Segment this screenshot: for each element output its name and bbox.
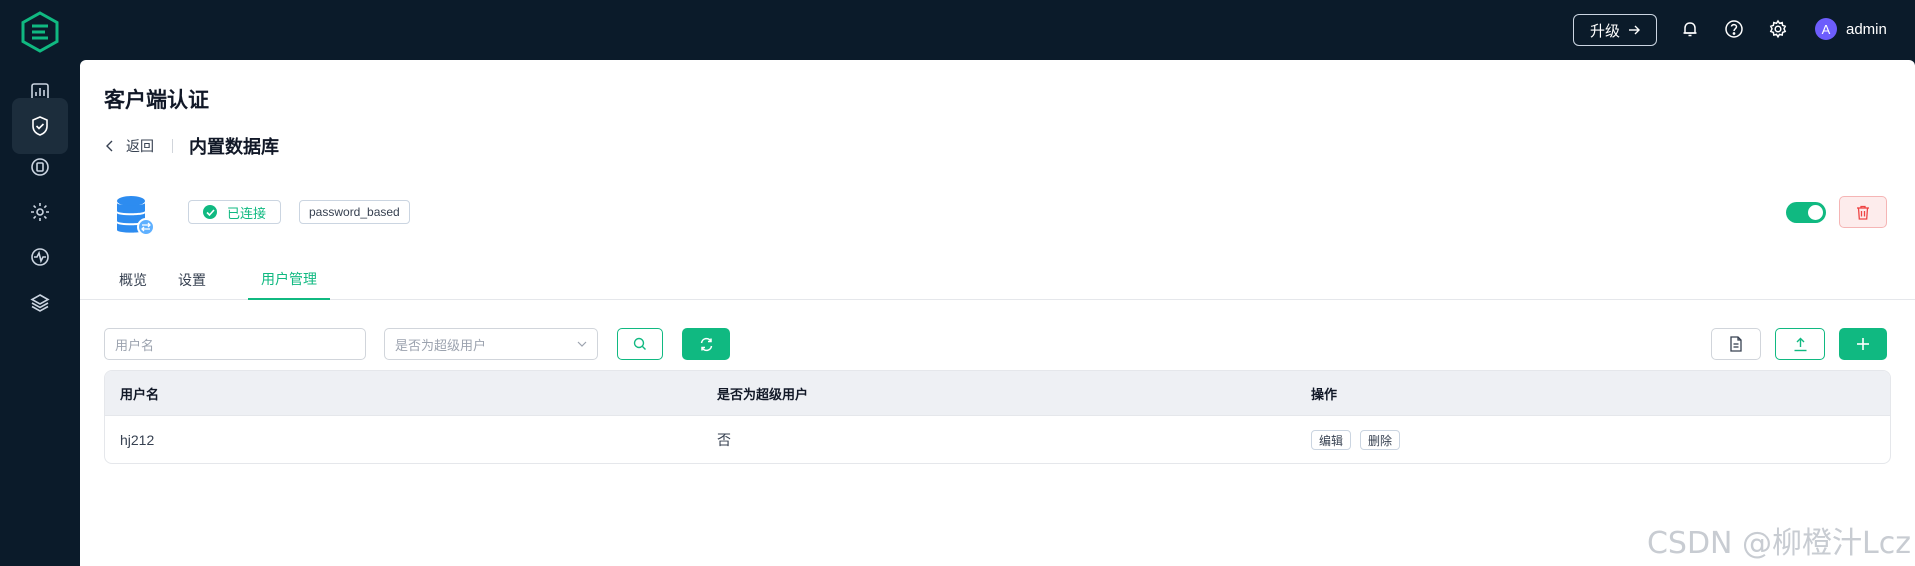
- delete-user-button[interactable]: 删除: [1360, 430, 1401, 450]
- chip-icon: [31, 158, 49, 176]
- sidebar: [0, 0, 80, 566]
- search-icon: [633, 337, 646, 350]
- search-button[interactable]: [617, 328, 663, 360]
- check-circle-icon: [203, 205, 217, 219]
- main-panel: 客户端认证 返回 内置数据库 已连接 password_based 概览 设置 …: [80, 60, 1915, 566]
- username: admin: [1846, 20, 1887, 38]
- enable-toggle[interactable]: [1786, 202, 1826, 223]
- add-user-button[interactable]: [1839, 328, 1887, 360]
- settings-button[interactable]: [1766, 17, 1790, 41]
- import-button[interactable]: [1775, 328, 1825, 360]
- cell-username: hj212: [120, 432, 155, 448]
- gear-icon: [31, 203, 49, 221]
- database-icon: [117, 196, 155, 236]
- cell-actions: 编辑 删除: [1311, 416, 1409, 463]
- notification-button[interactable]: [1678, 17, 1702, 41]
- tab-overview[interactable]: 概览: [104, 260, 162, 300]
- avatar: A: [1815, 18, 1837, 40]
- back-link[interactable]: 返回: [106, 136, 154, 156]
- authenticator-title: 内置数据库: [189, 137, 279, 157]
- app-logo-icon[interactable]: [18, 10, 62, 54]
- trash-icon: [1857, 205, 1869, 220]
- upgrade-label: 升级: [1589, 22, 1620, 40]
- column-header-actions: 操作: [1311, 386, 1338, 402]
- refresh-icon: [700, 337, 712, 351]
- settings-icon: [1769, 19, 1787, 39]
- mechanism-badge: password_based: [299, 200, 410, 224]
- help-circle-icon: [1725, 20, 1743, 38]
- cell-superuser: 否: [717, 432, 731, 448]
- tab-user-management[interactable]: 用户管理: [248, 260, 330, 300]
- plus-icon: [1857, 338, 1869, 350]
- back-label: 返回: [126, 138, 154, 154]
- column-header-username: 用户名: [120, 386, 160, 402]
- user-menu[interactable]: A admin: [1815, 18, 1887, 40]
- superuser-placeholder: 是否为超级用户: [395, 337, 487, 353]
- tab-settings[interactable]: 设置: [162, 260, 222, 300]
- users-table: 用户名 是否为超级用户 操作 hj212 否 编辑 删除: [104, 370, 1891, 464]
- chevron-left-icon: [106, 140, 113, 152]
- column-header-superuser: 是否为超级用户: [717, 386, 809, 402]
- table-header: 用户名 是否为超级用户 操作: [105, 371, 1890, 415]
- view-docs-button[interactable]: [1711, 328, 1761, 360]
- breadcrumb-divider: [172, 139, 173, 153]
- username-search-input[interactable]: 用户名: [104, 328, 366, 360]
- document-icon: [1730, 336, 1742, 352]
- bell-icon: [1683, 22, 1697, 37]
- status-label: 已连接: [227, 205, 267, 221]
- arrow-right-icon: [1629, 25, 1640, 35]
- delete-authenticator-button[interactable]: [1839, 196, 1887, 228]
- watermark: CSDN @柳橙汁Lcz: [1646, 526, 1911, 561]
- page-title: 客户端认证: [104, 89, 209, 112]
- table-row: hj212 否 编辑 删除: [105, 415, 1890, 463]
- monitor-pulse-icon: [31, 248, 49, 266]
- refresh-button[interactable]: [682, 328, 730, 360]
- edit-user-button[interactable]: 编辑: [1311, 430, 1352, 450]
- tab-bar: 概览 设置 用户管理: [80, 260, 1915, 300]
- username-placeholder: 用户名: [115, 337, 155, 353]
- nav-system[interactable]: [12, 275, 68, 331]
- shield-check-icon: [32, 116, 48, 136]
- superuser-select[interactable]: 是否为超级用户: [384, 328, 598, 360]
- upgrade-button[interactable]: 升级: [1573, 14, 1657, 46]
- upload-icon: [1794, 337, 1806, 351]
- help-button[interactable]: [1722, 17, 1746, 41]
- topbar: 升级 A admin: [80, 0, 1915, 60]
- status-badge: 已连接: [188, 200, 282, 224]
- chevron-down-icon: [577, 341, 587, 347]
- layers-icon: [30, 294, 50, 312]
